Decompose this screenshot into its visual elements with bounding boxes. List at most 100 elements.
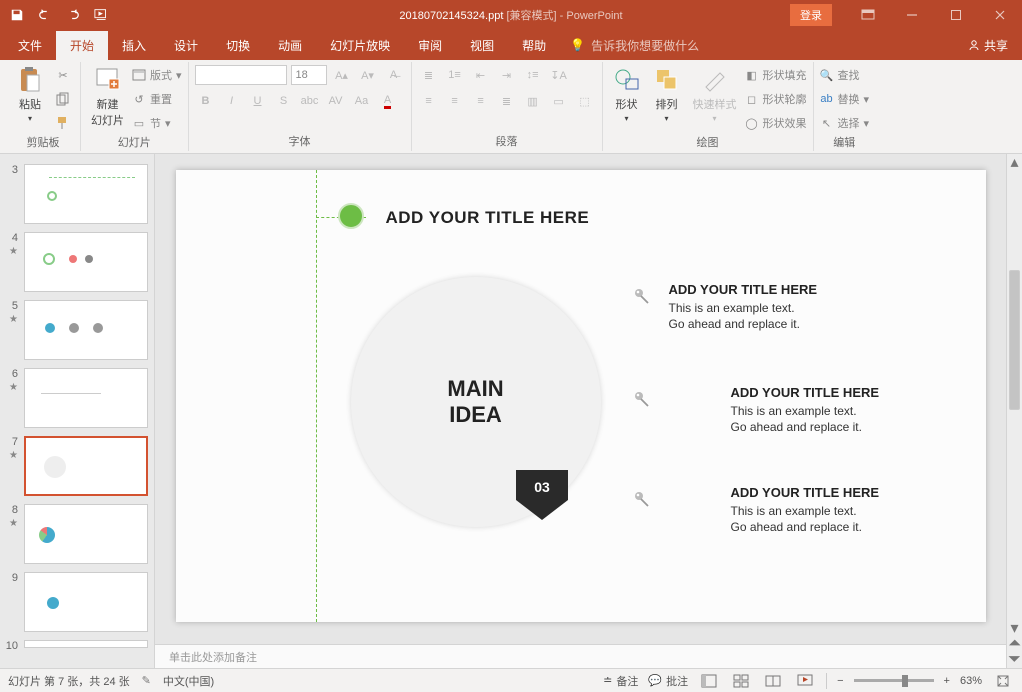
tab-view[interactable]: 视图 xyxy=(456,31,508,60)
thumbnail-4[interactable] xyxy=(24,232,148,292)
decrease-font-icon[interactable]: A▾ xyxy=(357,64,379,86)
strikethrough-icon[interactable]: S xyxy=(273,90,295,112)
font-size-combo[interactable]: 18 xyxy=(291,65,327,85)
thumbnail-10[interactable] xyxy=(24,640,148,648)
underline-icon[interactable]: U xyxy=(247,90,269,112)
sorter-view-icon[interactable] xyxy=(730,671,752,691)
thumbnail-6[interactable] xyxy=(24,368,148,428)
comments-toggle[interactable]: 💬批注 xyxy=(648,673,688,689)
paste-button[interactable]: 粘贴 ▾ xyxy=(12,64,48,125)
start-from-beginning-icon[interactable] xyxy=(94,8,110,22)
layout-button[interactable]: 版式 ▾ xyxy=(132,64,182,86)
vertical-scrollbar[interactable]: ▴ ▾ ⏶ ⏷ xyxy=(1006,154,1022,668)
zoom-out-icon[interactable]: − xyxy=(837,675,843,687)
increase-indent-icon[interactable]: ⇥ xyxy=(496,64,518,86)
copy-icon[interactable] xyxy=(52,88,74,110)
tab-animations[interactable]: 动画 xyxy=(264,31,316,60)
thumbnail-7[interactable] xyxy=(24,436,148,496)
slideshow-view-icon[interactable] xyxy=(794,671,816,691)
normal-view-icon[interactable] xyxy=(698,671,720,691)
notes-pane[interactable]: 单击此处添加备注 xyxy=(155,644,1006,668)
arrange-button[interactable]: 排列▾ xyxy=(649,64,685,125)
slide-canvas[interactable]: ADD YOUR TITLE HERE MAINIDEA 03 ADD YOUR… xyxy=(176,170,986,622)
notes-toggle[interactable]: ≐备注 xyxy=(603,673,638,689)
zoom-in-icon[interactable]: + xyxy=(944,675,950,687)
find-button[interactable]: 🔍查找 xyxy=(820,64,870,86)
language-indicator[interactable]: 中文(中国) xyxy=(163,673,214,689)
columns-icon[interactable]: ▥ xyxy=(522,90,544,112)
zoom-level[interactable]: 63% xyxy=(960,675,982,687)
thumbnail-8[interactable] xyxy=(24,504,148,564)
scroll-thumb[interactable] xyxy=(1009,270,1020,410)
shadow-icon[interactable]: abc xyxy=(299,90,321,112)
close-icon[interactable] xyxy=(978,0,1022,30)
increase-font-icon[interactable]: A▴ xyxy=(331,64,353,86)
select-button[interactable]: ↖选择 ▾ xyxy=(820,112,870,134)
zoom-slider[interactable] xyxy=(854,679,934,682)
redo-icon[interactable] xyxy=(66,8,80,22)
tab-help[interactable]: 帮助 xyxy=(508,31,560,60)
canvas-scroll[interactable]: ADD YOUR TITLE HERE MAINIDEA 03 ADD YOUR… xyxy=(155,154,1006,644)
tab-insert[interactable]: 插入 xyxy=(108,31,160,60)
scroll-down-icon[interactable]: ▾ xyxy=(1007,620,1022,636)
bullet-3[interactable]: ADD YOUR TITLE HERE This is an example t… xyxy=(631,485,880,535)
tab-file[interactable]: 文件 xyxy=(4,31,56,60)
bullet-2[interactable]: ADD YOUR TITLE HERE This is an example t… xyxy=(631,385,880,435)
reading-view-icon[interactable] xyxy=(762,671,784,691)
align-right-icon[interactable]: ≡ xyxy=(470,90,492,112)
shape-outline-button[interactable]: ◻形状轮廓 xyxy=(745,88,807,110)
tab-slideshow[interactable]: 幻灯片放映 xyxy=(316,31,404,60)
line-spacing-icon[interactable]: ↕≡ xyxy=(522,64,544,86)
tell-me-search[interactable]: 💡 告诉我你想要做什么 xyxy=(570,37,699,54)
format-painter-icon[interactable] xyxy=(52,112,74,134)
clear-format-icon[interactable]: A̶ xyxy=(383,64,405,86)
italic-icon[interactable]: I xyxy=(221,90,243,112)
text-direction-icon[interactable]: ↧A xyxy=(548,64,570,86)
reset-button[interactable]: ↺重置 xyxy=(132,88,182,110)
shape-effects-button[interactable]: ◯形状效果 xyxy=(745,112,807,134)
align-left-icon[interactable]: ≡ xyxy=(418,90,440,112)
section-button[interactable]: ▭节 ▾ xyxy=(132,112,182,134)
tab-review[interactable]: 审阅 xyxy=(404,31,456,60)
char-spacing-icon[interactable]: AV xyxy=(325,90,347,112)
shapes-button[interactable]: 形状▾ xyxy=(609,64,645,125)
tab-transitions[interactable]: 切换 xyxy=(212,31,264,60)
tab-home[interactable]: 开始 xyxy=(56,31,108,60)
scroll-up-icon[interactable]: ▴ xyxy=(1007,154,1022,170)
login-button[interactable]: 登录 xyxy=(790,4,832,26)
font-color-icon[interactable]: A xyxy=(377,90,399,112)
minimize-icon[interactable] xyxy=(890,0,934,30)
convert-smartart-icon[interactable]: ⬚ xyxy=(574,90,596,112)
prev-slide-icon[interactable]: ⏶ xyxy=(1007,636,1022,652)
share-button[interactable]: 共享 xyxy=(968,37,1008,54)
align-center-icon[interactable]: ≡ xyxy=(444,90,466,112)
thumbnail-pane[interactable]: 3 4★ 5★ 6★ 7★ 8★ 9 10 xyxy=(0,154,155,668)
maximize-icon[interactable] xyxy=(934,0,978,30)
bullets-icon[interactable]: ≣ xyxy=(418,64,440,86)
thumbnail-9[interactable] xyxy=(24,572,148,632)
next-slide-icon[interactable]: ⏷ xyxy=(1007,652,1022,668)
bullet-1[interactable]: ADD YOUR TITLE HERE This is an example t… xyxy=(631,282,818,332)
change-case-icon[interactable]: Aa xyxy=(351,90,373,112)
fit-to-window-icon[interactable] xyxy=(992,671,1014,691)
replace-button[interactable]: ab替换 ▾ xyxy=(820,88,870,110)
shape-fill-button[interactable]: ◧形状填充 xyxy=(745,64,807,86)
ribbon-display-options-icon[interactable] xyxy=(846,0,890,30)
scroll-track[interactable] xyxy=(1007,170,1022,620)
thumbnail-3[interactable] xyxy=(24,164,148,224)
save-icon[interactable] xyxy=(10,8,24,22)
thumbnail-5[interactable] xyxy=(24,300,148,360)
undo-icon[interactable] xyxy=(38,8,52,22)
slide-title[interactable]: ADD YOUR TITLE HERE xyxy=(386,208,590,228)
justify-icon[interactable]: ≣ xyxy=(496,90,518,112)
slide-counter[interactable]: 幻灯片 第 7 张，共 24 张 xyxy=(8,673,130,689)
bold-icon[interactable]: B xyxy=(195,90,217,112)
cut-icon[interactable]: ✂ xyxy=(52,64,74,86)
numbering-icon[interactable]: 1≡ xyxy=(444,64,466,86)
align-text-icon[interactable]: ▭ xyxy=(548,90,570,112)
zoom-knob[interactable] xyxy=(902,675,908,687)
font-name-combo[interactable] xyxy=(195,65,287,85)
quick-styles-button[interactable]: 快速样式▾ xyxy=(689,64,741,125)
decrease-indent-icon[interactable]: ⇤ xyxy=(470,64,492,86)
spellcheck-icon[interactable]: ✎ xyxy=(142,674,151,687)
